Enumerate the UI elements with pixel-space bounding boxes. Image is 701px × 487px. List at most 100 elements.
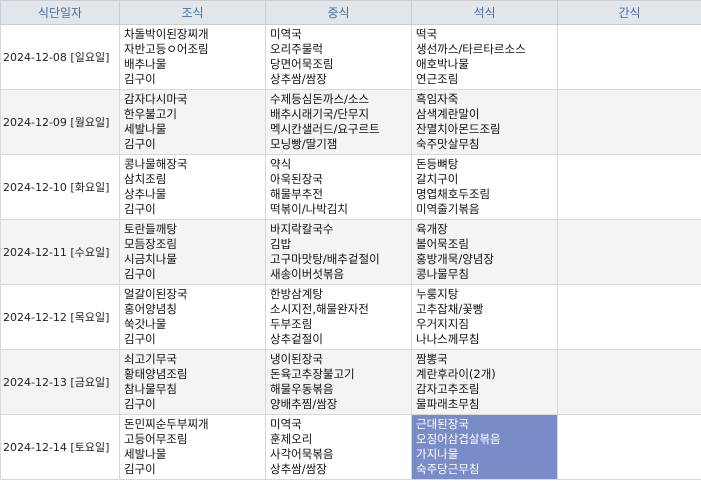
menu-item: 쇠고기무국 [124, 352, 177, 366]
table-row[interactable]: 2024-12-08 [일요일] 차돌박이된장찌개 자반고등ㅇ어조림 배추나물 김구이 미… [0, 24, 701, 90]
snack-cell[interactable] [557, 219, 701, 285]
menu-item: 애호박나물 [416, 57, 469, 71]
menu-item: 육개장 [416, 222, 448, 236]
snack-cell[interactable] [557, 414, 701, 480]
menu-item: 감자고추조림 [416, 382, 480, 396]
menu-item: 황태양념조림 [124, 367, 188, 381]
date-cell[interactable]: 2024-12-12 [목요일] [0, 284, 120, 350]
menu-item: 콩나물무침 [416, 267, 469, 281]
menu-item: 감자다시마국 [124, 92, 188, 106]
dinner-cell[interactable]: 짬뽕국 계란후라이(2개) 감자고추조림 물파래초무침 [411, 349, 558, 415]
date-cell[interactable]: 2024-12-14 [토요일] [0, 414, 120, 480]
header-dinner[interactable]: 석식 [411, 0, 558, 25]
menu-item: 세발나물 [124, 122, 167, 136]
menu-item: 김구이 [124, 202, 156, 216]
menu-item: 해물우동볶음 [270, 382, 334, 396]
lunch-cell[interactable]: 냉이된장국 돈육고추장불고기 해물우동볶음 양배추찜/쌈장 [265, 349, 412, 415]
lunch-cell[interactable]: 바지락칼국수 김밥 고구마맛탕/배추겉절이 새송이버섯볶음 [265, 219, 412, 285]
menu-item: 김구이 [124, 72, 156, 86]
header-lunch[interactable]: 중식 [265, 0, 412, 25]
menu-item: 김구이 [124, 462, 156, 476]
table-row[interactable]: 2024-12-13 [금요일] 쇠고기무국 황태양념조림 참나물무침 김구이 냉이된장국… [0, 349, 701, 415]
breakfast-cell[interactable]: 돈민찌순두부찌개 고등어무조림 세발나물 김구이 [119, 414, 266, 480]
table-row[interactable]: 2024-12-09 [월요일] 감자다시마국 한우불고기 세발나물 김구이 수제등심돈까… [0, 89, 701, 155]
snack-cell[interactable] [557, 349, 701, 415]
dinner-cell[interactable]: 근대된장국 오징어삼겹살볶음 가지나물 숙주당근무침 [411, 414, 558, 480]
breakfast-cell[interactable]: 콩나물해장국 삼치조림 상추나물 김구이 [119, 154, 266, 220]
menu-body: 2024-12-08 [일요일] 차돌박이된장찌개 자반고등ㅇ어조림 배추나물 김구이 미… [0, 24, 701, 480]
menu-item: 오리주물럭 [270, 42, 323, 56]
dinner-cell[interactable]: 육개장 볼어묵조림 홍방개묵/양념장 콩나물무침 [411, 219, 558, 285]
date-cell[interactable]: 2024-12-13 [금요일] [0, 349, 120, 415]
table-row[interactable]: 2024-12-14 [토요일] 돈민찌순두부찌개 고등어무조림 세발나물 김구이 미역국… [0, 414, 701, 480]
menu-item: 떡국 [416, 27, 438, 41]
menu-item: 모닝빵/딸기잼 [270, 137, 338, 151]
table-row[interactable]: 2024-12-11 [수요일] 토란들깨탕 모듬장조림 시금치나물 김구이 바지락칼국수… [0, 219, 701, 285]
menu-item: 돈민찌순두부찌개 [124, 417, 209, 431]
menu-item: 우거지지짐 [416, 317, 469, 331]
menu-item: 바지락칼국수 [270, 222, 334, 236]
date-cell[interactable]: 2024-12-10 [화요일] [0, 154, 120, 220]
menu-item: 계란후라이(2개) [416, 367, 496, 381]
menu-item: 김밥 [270, 237, 292, 251]
menu-item: 멕시칸샐러드/요구르트 [270, 122, 380, 136]
menu-item: 돈육고추장불고기 [270, 367, 355, 381]
dinner-cell[interactable]: 누룽지탕 고추잡채/꽃빵 우거지지짐 나나스께무침 [411, 284, 558, 350]
menu-item: 얼갈이된장국 [124, 287, 188, 301]
menu-item: 미역국 [270, 27, 302, 41]
menu-item: 홍어양념칭 [124, 302, 177, 316]
lunch-cell[interactable]: 미역국 훈제오리 사각어묵볶음 상추쌈/쌈장 [265, 414, 412, 480]
breakfast-cell[interactable]: 얼갈이된장국 홍어양념칭 쑥갓나물 김구이 [119, 284, 266, 350]
lunch-cell[interactable]: 약식 아욱된장국 해물부추전 떡볶이/나박김치 [265, 154, 412, 220]
snack-cell[interactable] [557, 154, 701, 220]
header-date[interactable]: 식단일자 [0, 0, 120, 25]
menu-item: 돈등뼈탕 [416, 157, 459, 171]
menu-item: 약식 [270, 157, 292, 171]
menu-item: 고구마맛탕/배추겉절이 [270, 252, 380, 266]
menu-item: 차돌박이된장찌개 [124, 27, 209, 41]
header-snack[interactable]: 간식 [557, 0, 701, 25]
breakfast-cell[interactable]: 토란들깨탕 모듬장조림 시금치나물 김구이 [119, 219, 266, 285]
menu-item: 배추시래기국/단무지 [270, 107, 370, 121]
menu-item: 한방삼계탕 [270, 287, 323, 301]
header-breakfast[interactable]: 조식 [119, 0, 266, 25]
date-cell[interactable]: 2024-12-08 [일요일] [0, 24, 120, 90]
breakfast-cell[interactable]: 쇠고기무국 황태양념조림 참나물무침 김구이 [119, 349, 266, 415]
snack-cell[interactable] [557, 89, 701, 155]
date-cell[interactable]: 2024-12-11 [수요일] [0, 219, 120, 285]
dinner-cell[interactable]: 돈등뼈탕 갈치구이 명엽채호두조림 미역줄기볶음 [411, 154, 558, 220]
lunch-cell[interactable]: 수제등심돈까스/소스 배추시래기국/단무지 멕시칸샐러드/요구르트 모닝빵/딸기잼 [265, 89, 412, 155]
menu-item: 가지나물 [416, 447, 459, 461]
menu-item: 홍방개묵/양념장 [416, 252, 494, 266]
menu-item: 양배추찜/쌈장 [270, 397, 338, 411]
table-row[interactable]: 2024-12-12 [목요일] 얼갈이된장국 홍어양념칭 쑥갓나물 김구이 한방삼계탕 소… [0, 284, 701, 350]
menu-item: 냉이된장국 [270, 352, 323, 366]
menu-item: 잔멸치아몬드조림 [416, 122, 501, 136]
menu-item: 자반고등ㅇ어조림 [124, 42, 209, 56]
menu-item: 상추쌈/쌈장 [270, 72, 327, 86]
menu-item: 김구이 [124, 267, 156, 281]
dinner-cell[interactable]: 흑임자죽 삼색계란말이 잔멸치아몬드조림 숙주맛살무침 [411, 89, 558, 155]
menu-item: 두부조림 [270, 317, 313, 331]
menu-item: 명엽채호두조림 [416, 187, 491, 201]
snack-cell[interactable] [557, 284, 701, 350]
breakfast-cell[interactable]: 차돌박이된장찌개 자반고등ㅇ어조림 배추나물 김구이 [119, 24, 266, 90]
menu-item: 김구이 [124, 332, 156, 346]
menu-item: 숙주맛살무침 [416, 137, 480, 151]
menu-item: 상추쌈/쌈장 [270, 462, 327, 476]
menu-item: 갈치구이 [416, 172, 459, 186]
menu-item: 생선까스/타르타르소스 [416, 42, 526, 56]
menu-item: 숙주당근무침 [416, 462, 480, 476]
lunch-cell[interactable]: 한방삼계탕 소시지전,해물완자전 두부조림 상추겉절이 [265, 284, 412, 350]
menu-item: 근대된장국 [416, 417, 469, 431]
menu-item: 고추잡채/꽃빵 [416, 302, 484, 316]
dinner-cell[interactable]: 떡국 생선까스/타르타르소스 애호박나물 연근조림 [411, 24, 558, 90]
lunch-cell[interactable]: 미역국 오리주물럭 당면어묵조림 상추쌈/쌈장 [265, 24, 412, 90]
breakfast-cell[interactable]: 감자다시마국 한우불고기 세발나물 김구이 [119, 89, 266, 155]
date-cell[interactable]: 2024-12-09 [월요일] [0, 89, 120, 155]
table-row[interactable]: 2024-12-10 [화요일] 콩나물해장국 삼치조림 상추나물 김구이 약식 아욱된장국… [0, 154, 701, 220]
menu-item: 참나물무침 [124, 382, 177, 396]
menu-item: 상추겉절이 [270, 332, 323, 346]
menu-item: 콩나물해장국 [124, 157, 188, 171]
snack-cell[interactable] [557, 24, 701, 90]
